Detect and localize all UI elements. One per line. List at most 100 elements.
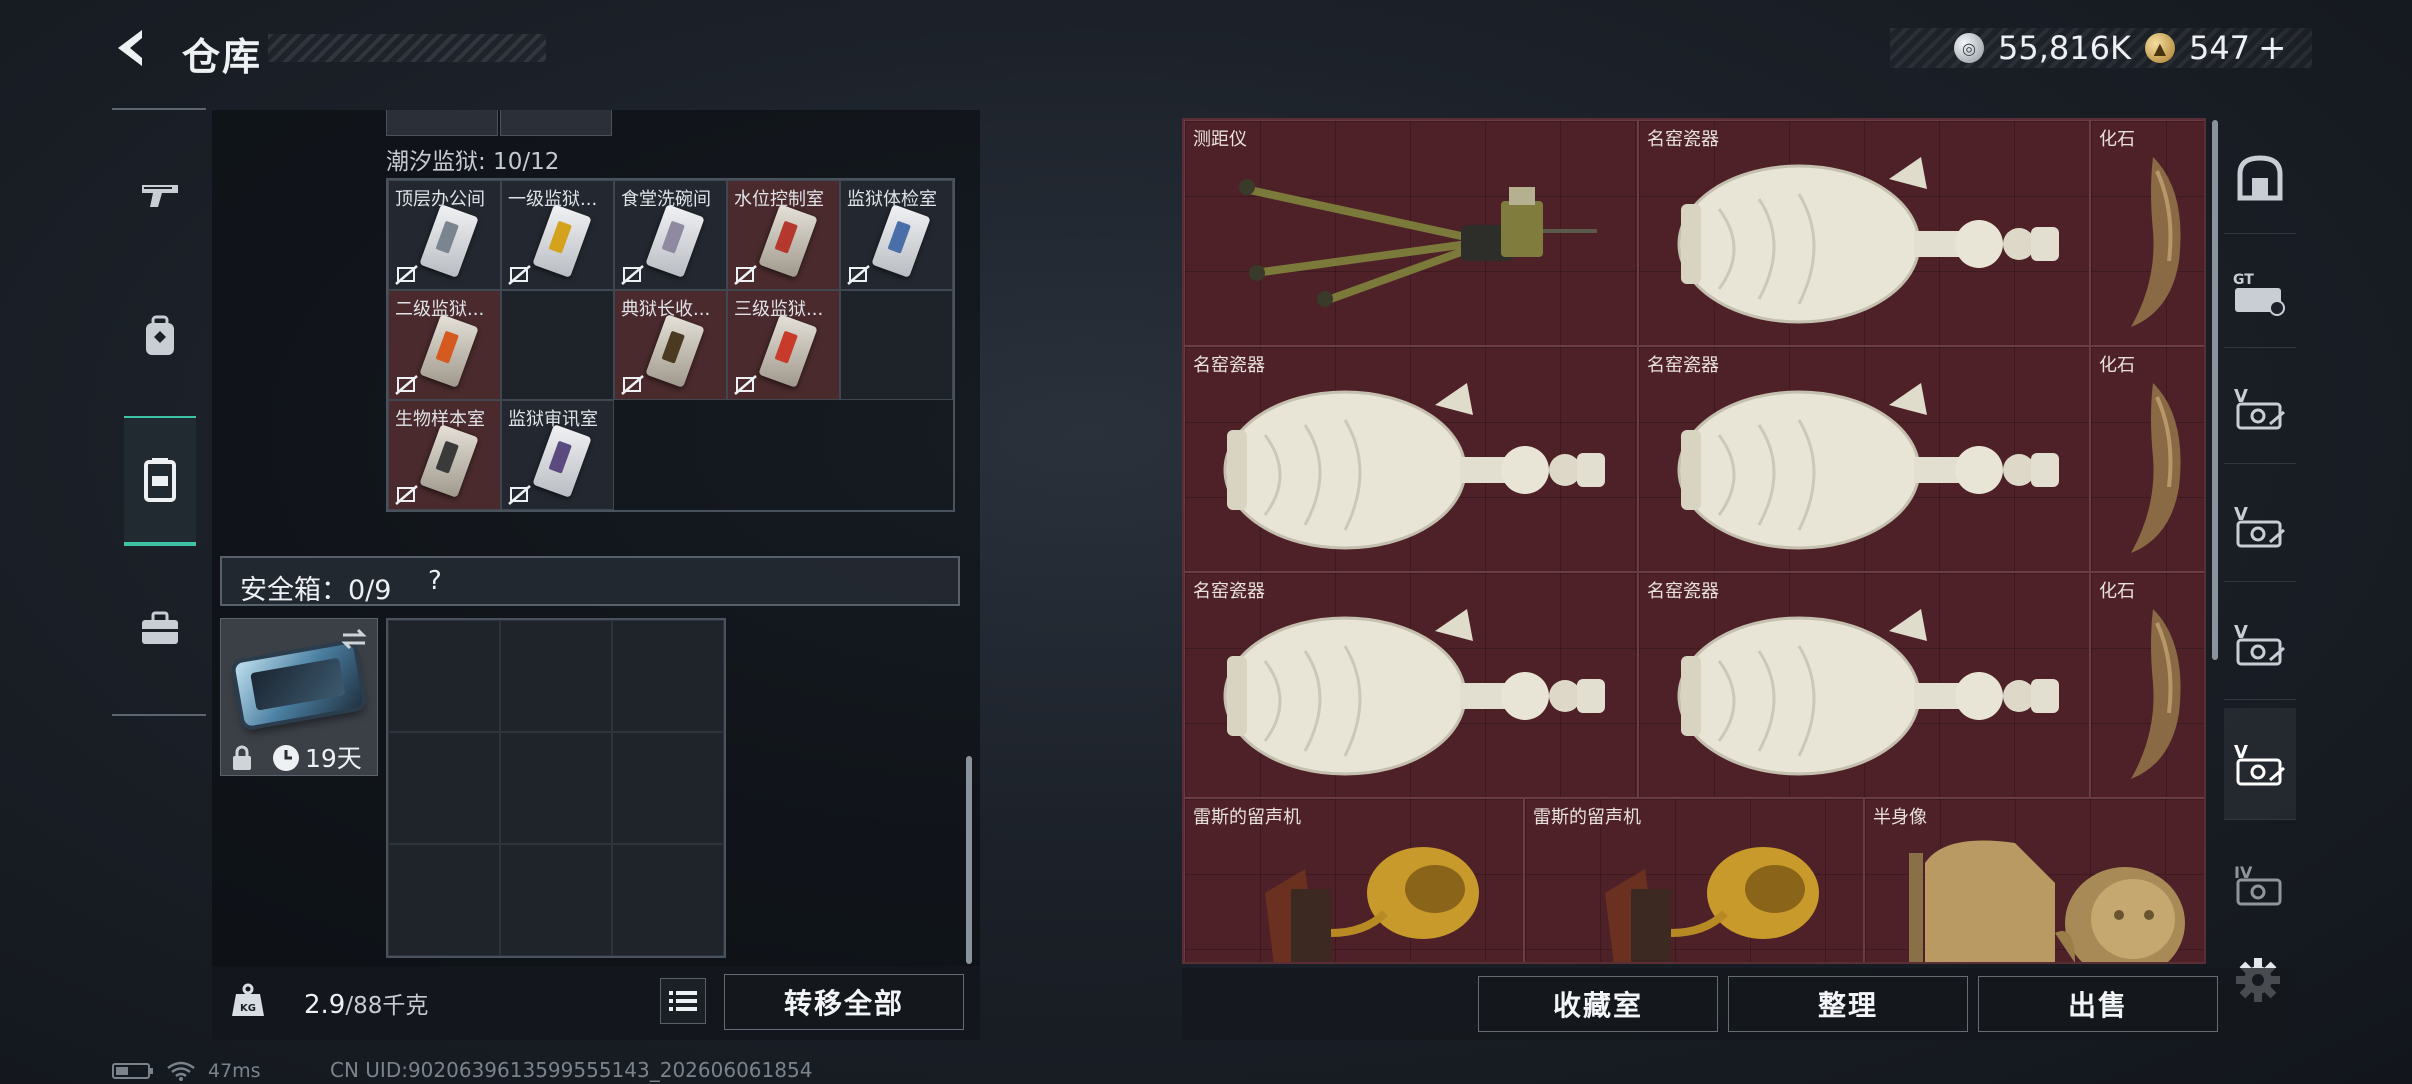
tab-tools[interactable] [124, 564, 196, 694]
no-carry-icon [395, 265, 418, 285]
item-name: 雷斯的留声机 [1533, 807, 1641, 828]
stash-item-fossil[interactable]: 化石 [2090, 346, 2204, 572]
tab-case-iv[interactable]: IV [2224, 828, 2296, 940]
tab-case-v[interactable]: V [2224, 470, 2296, 582]
silver-amount: 55,816K [1998, 29, 2131, 67]
keycard-slot[interactable]: 二级监狱... [388, 290, 501, 400]
safe-slot[interactable] [388, 620, 500, 732]
keycard-image [645, 314, 705, 388]
safe-slot[interactable] [612, 844, 724, 956]
keycard-case-icon [144, 458, 176, 502]
stash-item-porcelain[interactable]: 名窑瓷器 [1184, 572, 1638, 798]
keycard-slot[interactable]: 一级监狱... [501, 180, 614, 290]
safe-slot[interactable] [612, 732, 724, 844]
keycard-image [419, 424, 479, 498]
tab-case-g[interactable]: GT [2224, 236, 2296, 348]
sort-button[interactable]: 整理 [1728, 976, 1968, 1032]
back-button[interactable] [112, 26, 156, 70]
keycard-slot[interactable]: 三级监狱... [727, 290, 840, 400]
tab-case-v-active[interactable]: V [2224, 708, 2296, 820]
fossil-claw-icon [2131, 383, 2181, 553]
keycard-slot[interactable]: 食堂洗碗间 [614, 180, 727, 290]
tab-case-v[interactable]: V [2224, 352, 2296, 464]
keycard-image [645, 204, 705, 278]
safe-slot[interactable] [500, 732, 612, 844]
tab-keycards[interactable] [124, 416, 196, 546]
item-name: 名窑瓷器 [1193, 581, 1265, 602]
no-carry-icon [734, 375, 757, 395]
safe-slot[interactable] [612, 620, 724, 732]
swap-icon [341, 628, 367, 650]
keycard-slot[interactable]: 监狱体检室 [840, 180, 953, 290]
keycard-slot[interactable]: 水位控制室 [727, 180, 840, 290]
v-case-icon: V [2234, 742, 2285, 785]
fossil-claw-icon [2131, 157, 2181, 327]
safe-box-label: 安全箱：0/9 [240, 575, 392, 606]
safe-slot[interactable] [388, 732, 500, 844]
stash-item-porcelain[interactable]: 名窑瓷器 [1638, 346, 2090, 572]
tab-equipment[interactable] [124, 272, 196, 402]
keycard-slot[interactable]: 监狱审讯室 [501, 400, 614, 510]
stash-item-porcelain[interactable]: 名窑瓷器 [1184, 346, 1638, 572]
no-carry-icon [621, 375, 644, 395]
gold-coin-icon: ▲ [2144, 33, 2175, 63]
back-arrow-icon [118, 30, 142, 66]
keycard-slot[interactable]: 典狱长收... [614, 290, 727, 400]
no-carry-icon [847, 265, 870, 285]
safe-box-item[interactable]: 19天 [220, 618, 378, 776]
collection-room-button[interactable]: 收藏室 [1478, 976, 1718, 1032]
safe-slot[interactable] [500, 620, 612, 732]
stash-item-gramophone[interactable]: 雷斯的留声机 [1524, 798, 1864, 962]
stash-item-gramophone[interactable]: 雷斯的留声机 [1184, 798, 1524, 962]
weight-readout: 2.9/88千克 [304, 986, 428, 1020]
stash-item-fossil[interactable]: 化石 [2090, 120, 2204, 346]
porcelain-vase-icon [1677, 383, 2059, 550]
keycard-image [419, 204, 479, 278]
inventory-scrollbar[interactable] [966, 756, 972, 964]
safe-box-days-left: 19天 [305, 744, 362, 773]
safe-slot[interactable] [500, 844, 612, 956]
lock-icon [233, 745, 251, 770]
safe-slot[interactable] [388, 844, 500, 956]
help-button[interactable]: ? [428, 566, 442, 596]
battery-icon [112, 1063, 153, 1079]
keycard-grid: 顶层办公间 一级监狱... 食堂洗碗间 水位控制室 监狱体检室二级监狱... 典狱长收..… [386, 178, 955, 512]
stash-item-porcelain[interactable]: 名窑瓷器 [1638, 120, 2090, 346]
keycard-slot[interactable]: 顶层办公间 [388, 180, 501, 290]
tab-vault[interactable] [2224, 122, 2296, 234]
svg-text:GT: GT [2233, 272, 2254, 288]
currency-bar: ◎ 55,816K ▲ 547 + [1890, 28, 2312, 68]
safe-box-header: 安全箱：0/9 ? [220, 556, 960, 606]
sell-button[interactable]: 出售 [1978, 976, 2218, 1032]
status-bar: 47ms [112, 1058, 261, 1084]
wifi-icon [167, 1061, 195, 1081]
porcelain-vase-icon [1677, 609, 2059, 776]
iv-case-icon: IV [2234, 863, 2282, 906]
item-name: 测距仪 [1193, 129, 1247, 150]
keycard-image [419, 314, 479, 388]
tab-case-v[interactable]: V [2224, 588, 2296, 700]
clock-icon [273, 745, 299, 771]
keycard-image [532, 204, 592, 278]
stash-item-porcelain[interactable]: 名窑瓷器 [1638, 572, 2090, 798]
cut-off-tab [386, 110, 498, 136]
top-bar: 仓库 ◎ 55,816K ▲ 547 + [0, 0, 2412, 100]
bust-statue-icon [1909, 840, 2185, 962]
safe-box-slots [386, 618, 726, 958]
item-name: 雷斯的留声机 [1193, 807, 1301, 828]
list-view-button[interactable] [660, 978, 706, 1024]
add-currency-button[interactable]: + [2258, 28, 2287, 68]
no-carry-icon [508, 485, 531, 505]
transfer-all-button[interactable]: 转移全部 [724, 974, 964, 1030]
weight-icon: KG [232, 983, 264, 1016]
stash-item-bust[interactable]: 半身像 [1864, 798, 2204, 962]
porcelain-vase-icon [1223, 609, 1605, 776]
stash-item-rangefinder[interactable]: 测距仪 [1184, 120, 1638, 346]
keycard-slot[interactable]: 生物样本室 [388, 400, 501, 510]
stash-grid: 测距仪 名窑瓷器 化石 名窑瓷器 名窑瓷器 化石 名窑瓷器 名窑瓷器 化石 雷斯… [1182, 118, 2206, 964]
stash-item-fossil[interactable]: 化石 [2090, 572, 2204, 798]
tab-weapons[interactable] [124, 130, 196, 260]
inventory-footer: KG 2.9/88千克 转移全部 [212, 966, 980, 1040]
no-carry-icon [508, 265, 531, 285]
v-case-icon: V [2234, 622, 2285, 665]
